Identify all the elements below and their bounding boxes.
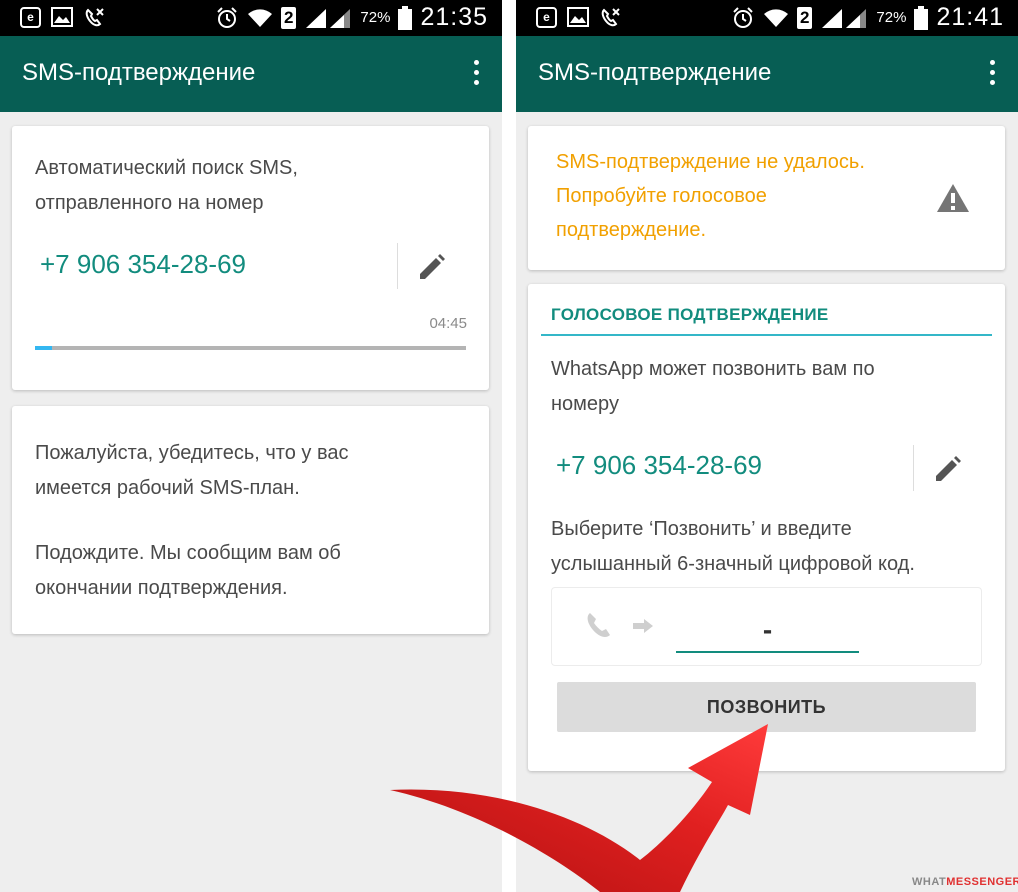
info-line: Подождите. Мы сообщим вам об bbox=[35, 542, 341, 564]
app-bar: SMS-подтверждение bbox=[516, 36, 1018, 112]
screen-voice-verification: e 2 72% 21:41 SMS-подтверждение SMS-подт… bbox=[516, 0, 1018, 892]
info-text: Пожалуйста, убедитесь, что у вас имеется… bbox=[35, 436, 348, 606]
countdown-timer: 04:45 bbox=[429, 315, 467, 332]
pencil-icon[interactable] bbox=[934, 455, 962, 483]
divider bbox=[913, 445, 914, 491]
watermark: WHATMESSENGER bbox=[912, 876, 1018, 888]
overflow-menu-icon[interactable] bbox=[472, 60, 480, 88]
warning-line: Попробуйте голосовое bbox=[556, 185, 767, 207]
info-line: Пожалуйста, убедитесь, что у вас bbox=[35, 442, 349, 464]
pencil-icon[interactable] bbox=[418, 253, 446, 281]
missed-call-icon bbox=[85, 8, 104, 27]
arrow-right-icon bbox=[633, 619, 653, 633]
voice-text-line: номеру bbox=[551, 393, 619, 415]
sms-search-line: Автоматический поиск SMS, bbox=[35, 157, 298, 179]
warning-card: SMS-подтверждение не удалось. Попробуйте… bbox=[528, 126, 1005, 270]
info-line: имеется рабочий SMS-план. bbox=[35, 477, 300, 499]
app-bar-title: SMS-подтверждение bbox=[538, 59, 772, 86]
signal-icon bbox=[306, 8, 351, 28]
phone-number: +7 906 354-28-69 bbox=[556, 450, 763, 480]
watermark-part: MESSENGER bbox=[946, 876, 1018, 888]
app-bar-title: SMS-подтверждение bbox=[22, 59, 256, 86]
battery-icon bbox=[914, 5, 929, 30]
voice-text-line: WhatsApp может позвонить вам по bbox=[551, 358, 875, 380]
e-badge-icon: e bbox=[20, 7, 41, 28]
status-bar: e 2 72% bbox=[516, 0, 1018, 36]
status-bar: e 2 72% bbox=[0, 0, 502, 36]
signal-icon bbox=[822, 8, 867, 28]
progress-bar bbox=[35, 346, 466, 350]
sim-badge: 2 bbox=[796, 6, 813, 29]
alarm-icon bbox=[733, 6, 753, 28]
wifi-icon bbox=[763, 8, 788, 27]
divider bbox=[397, 243, 398, 289]
battery-percent: 72% bbox=[360, 9, 391, 26]
warning-line: SMS-подтверждение не удалось. bbox=[556, 151, 865, 173]
clock: 21:41 bbox=[936, 3, 1004, 31]
instruction-line: Выберите ‘Позвонить’ и введите bbox=[551, 518, 852, 540]
image-icon bbox=[51, 7, 73, 27]
phone-call-icon bbox=[587, 613, 610, 638]
sms-search-line: отправленного на номер bbox=[35, 192, 264, 214]
voice-text: WhatsApp может позвонить вам по номеру bbox=[551, 352, 875, 422]
clock: 21:35 bbox=[420, 3, 488, 31]
overflow-menu-icon[interactable] bbox=[988, 60, 996, 88]
e-badge-icon: e bbox=[536, 7, 557, 28]
verification-code-input[interactable] bbox=[676, 608, 859, 653]
sim-badge: 2 bbox=[280, 6, 297, 29]
watermark-part: WHAT bbox=[912, 876, 947, 888]
wifi-icon bbox=[247, 8, 272, 27]
warning-text: SMS-подтверждение не удалось. Попробуйте… bbox=[556, 145, 865, 247]
section-title: ГОЛОСОВОЕ ПОДТВЕРЖДЕНИЕ bbox=[551, 305, 829, 324]
info-card: Пожалуйста, убедитесь, что у вас имеется… bbox=[12, 406, 489, 634]
voice-verification-card: ГОЛОСОВОЕ ПОДТВЕРЖДЕНИЕ WhatsApp может п… bbox=[528, 284, 1005, 771]
missed-call-icon bbox=[601, 8, 620, 27]
section-underline bbox=[541, 334, 992, 336]
instruction-text: Выберите ‘Позвонить’ и введите услышанны… bbox=[551, 512, 915, 582]
sms-search-card: Автоматический поиск SMS, отправленного … bbox=[12, 126, 489, 390]
code-entry-box bbox=[551, 587, 982, 666]
sms-search-text: Автоматический поиск SMS, отправленного … bbox=[35, 151, 298, 221]
alarm-icon bbox=[217, 6, 237, 28]
screen-sms-waiting: e 2 72% 21:35 SMS-подтверждение Автомати… bbox=[0, 0, 502, 892]
app-bar: SMS-подтверждение bbox=[0, 36, 502, 112]
battery-percent: 72% bbox=[876, 9, 907, 26]
instruction-line: услышанный 6-значный цифровой код. bbox=[551, 553, 915, 575]
image-icon bbox=[567, 7, 589, 27]
progress-fill bbox=[35, 346, 53, 350]
warning-icon bbox=[937, 184, 969, 212]
call-button[interactable]: ПОЗВОНИТЬ bbox=[557, 682, 976, 732]
warning-line: подтверждение. bbox=[556, 219, 707, 241]
battery-icon bbox=[398, 5, 413, 30]
phone-number: +7 906 354-28-69 bbox=[40, 249, 247, 279]
info-line: окончании подтверждения. bbox=[35, 577, 288, 599]
